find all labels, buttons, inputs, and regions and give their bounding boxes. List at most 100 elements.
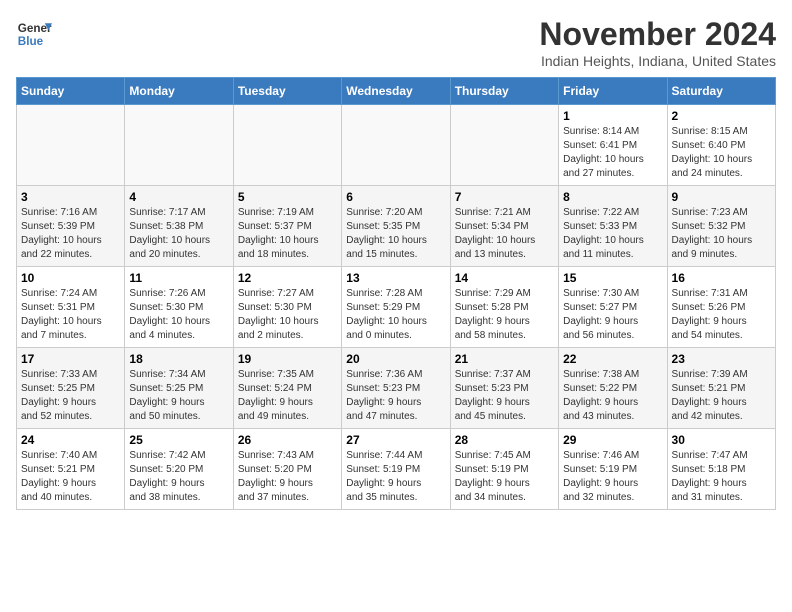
- day-info: Sunrise: 7:45 AM Sunset: 5:19 PM Dayligh…: [455, 449, 554, 505]
- calendar-cell: 10 Sunrise: 7:24 AM Sunset: 5:31 PM Dayli…: [17, 267, 125, 348]
- calendar-cell: 20 Sunrise: 7:36 AM Sunset: 5:23 PM Dayli…: [342, 348, 450, 429]
- day-info: Sunrise: 7:46 AM Sunset: 5:19 PM Dayligh…: [563, 449, 662, 505]
- calendar-cell: 13Sunrise: 7:28 AM Sunset: 5:29 PM Dayli…: [342, 267, 450, 348]
- day-number: 14: [455, 271, 554, 285]
- calendar-cell: 25Sunrise: 7:42 AM Sunset: 5:20 PM Dayli…: [125, 429, 233, 510]
- day-info: Sunrise: 7:38 AM Sunset: 5:22 PM Dayligh…: [563, 368, 662, 424]
- calendar-cell: 3Sunrise: 7:16 AM Sunset: 5:39 PM Daylig…: [17, 186, 125, 267]
- day-number: 7: [455, 190, 554, 204]
- logo: General Blue: [16, 16, 52, 52]
- calendar-cell: [233, 105, 341, 186]
- day-info: Sunrise: 8:14 AM Sunset: 6:41 PM Dayligh…: [563, 125, 662, 181]
- day-info: Sunrise: 7:37 AM Sunset: 5:23 PM Dayligh…: [455, 368, 554, 424]
- calendar-cell: 21 Sunrise: 7:37 AM Sunset: 5:23 PM Dayli…: [450, 348, 558, 429]
- calendar-cell: 26 Sunrise: 7:43 AM Sunset: 5:20 PM Dayli…: [233, 429, 341, 510]
- day-info: Sunrise: 7:19 AM Sunset: 5:37 PM Dayligh…: [238, 206, 337, 262]
- day-number: 11: [129, 271, 228, 285]
- day-info: Sunrise: 7:34 AM Sunset: 5:25 PM Dayligh…: [129, 368, 228, 424]
- calendar-cell: 8 Sunrise: 7:22 AM Sunset: 5:33 PM Daylig…: [559, 186, 667, 267]
- day-info: Sunrise: 7:22 AM Sunset: 5:33 PM Dayligh…: [563, 206, 662, 262]
- calendar-cell: 12Sunrise: 7:27 AM Sunset: 5:30 PM Dayli…: [233, 267, 341, 348]
- day-number: 23: [672, 352, 771, 366]
- calendar-cell: 30 Sunrise: 7:47 AM Sunset: 5:18 PM Dayli…: [667, 429, 775, 510]
- calendar-cell: 6Sunrise: 7:20 AM Sunset: 5:35 PM Daylig…: [342, 186, 450, 267]
- calendar-cell: 16Sunrise: 7:31 AM Sunset: 5:26 PM Dayli…: [667, 267, 775, 348]
- calendar-cell: [450, 105, 558, 186]
- week-row-2: 3Sunrise: 7:16 AM Sunset: 5:39 PM Daylig…: [17, 186, 776, 267]
- weekday-header-row: SundayMondayTuesdayWednesdayThursdayFrid…: [17, 78, 776, 105]
- week-row-4: 17 Sunrise: 7:33 AM Sunset: 5:25 PM Dayli…: [17, 348, 776, 429]
- calendar-cell: 29 Sunrise: 7:46 AM Sunset: 5:19 PM Dayli…: [559, 429, 667, 510]
- day-number: 29: [563, 433, 662, 447]
- weekday-thursday: Thursday: [450, 78, 558, 105]
- week-row-1: 1 Sunrise: 8:14 AM Sunset: 6:41 PM Daylig…: [17, 105, 776, 186]
- day-number: 1: [563, 109, 662, 123]
- day-info: Sunrise: 7:27 AM Sunset: 5:30 PM Dayligh…: [238, 287, 337, 343]
- calendar-cell: 17 Sunrise: 7:33 AM Sunset: 5:25 PM Dayli…: [17, 348, 125, 429]
- calendar: SundayMondayTuesdayWednesdayThursdayFrid…: [16, 77, 776, 510]
- calendar-cell: [125, 105, 233, 186]
- calendar-cell: 11 Sunrise: 7:26 AM Sunset: 5:30 PM Dayli…: [125, 267, 233, 348]
- day-info: Sunrise: 7:36 AM Sunset: 5:23 PM Dayligh…: [346, 368, 445, 424]
- day-info: Sunrise: 7:44 AM Sunset: 5:19 PM Dayligh…: [346, 449, 445, 505]
- day-number: 20: [346, 352, 445, 366]
- day-number: 26: [238, 433, 337, 447]
- day-info: Sunrise: 7:24 AM Sunset: 5:31 PM Dayligh…: [21, 287, 120, 343]
- day-info: Sunrise: 7:30 AM Sunset: 5:27 PM Dayligh…: [563, 287, 662, 343]
- day-number: 8: [563, 190, 662, 204]
- calendar-cell: 14 Sunrise: 7:29 AM Sunset: 5:28 PM Dayli…: [450, 267, 558, 348]
- day-number: 27: [346, 433, 445, 447]
- day-info: Sunrise: 7:39 AM Sunset: 5:21 PM Dayligh…: [672, 368, 771, 424]
- logo-icon: General Blue: [16, 16, 52, 52]
- day-number: 2: [672, 109, 771, 123]
- calendar-cell: 23 Sunrise: 7:39 AM Sunset: 5:21 PM Dayli…: [667, 348, 775, 429]
- day-number: 22: [563, 352, 662, 366]
- day-info: Sunrise: 7:43 AM Sunset: 5:20 PM Dayligh…: [238, 449, 337, 505]
- day-number: 24: [21, 433, 120, 447]
- week-row-3: 10 Sunrise: 7:24 AM Sunset: 5:31 PM Dayli…: [17, 267, 776, 348]
- title-section: November 2024 Indian Heights, Indiana, U…: [539, 16, 776, 69]
- day-number: 17: [21, 352, 120, 366]
- calendar-cell: 22 Sunrise: 7:38 AM Sunset: 5:22 PM Dayli…: [559, 348, 667, 429]
- day-info: Sunrise: 7:23 AM Sunset: 5:32 PM Dayligh…: [672, 206, 771, 262]
- day-number: 5: [238, 190, 337, 204]
- day-number: 28: [455, 433, 554, 447]
- calendar-cell: 5 Sunrise: 7:19 AM Sunset: 5:37 PM Daylig…: [233, 186, 341, 267]
- calendar-body: 1 Sunrise: 8:14 AM Sunset: 6:41 PM Daylig…: [17, 105, 776, 510]
- weekday-friday: Friday: [559, 78, 667, 105]
- calendar-cell: 2Sunrise: 8:15 AM Sunset: 6:40 PM Daylig…: [667, 105, 775, 186]
- day-info: Sunrise: 7:35 AM Sunset: 5:24 PM Dayligh…: [238, 368, 337, 424]
- day-number: 30: [672, 433, 771, 447]
- day-info: Sunrise: 7:33 AM Sunset: 5:25 PM Dayligh…: [21, 368, 120, 424]
- page-header: General Blue November 2024 Indian Height…: [16, 16, 776, 69]
- day-info: Sunrise: 7:16 AM Sunset: 5:39 PM Dayligh…: [21, 206, 120, 262]
- calendar-cell: 24Sunrise: 7:40 AM Sunset: 5:21 PM Dayli…: [17, 429, 125, 510]
- day-info: Sunrise: 7:47 AM Sunset: 5:18 PM Dayligh…: [672, 449, 771, 505]
- calendar-cell: 18 Sunrise: 7:34 AM Sunset: 5:25 PM Dayli…: [125, 348, 233, 429]
- day-info: Sunrise: 7:31 AM Sunset: 5:26 PM Dayligh…: [672, 287, 771, 343]
- week-row-5: 24Sunrise: 7:40 AM Sunset: 5:21 PM Dayli…: [17, 429, 776, 510]
- calendar-cell: 1 Sunrise: 8:14 AM Sunset: 6:41 PM Daylig…: [559, 105, 667, 186]
- calendar-cell: 4Sunrise: 7:17 AM Sunset: 5:38 PM Daylig…: [125, 186, 233, 267]
- weekday-wednesday: Wednesday: [342, 78, 450, 105]
- day-number: 18: [129, 352, 228, 366]
- day-info: Sunrise: 7:21 AM Sunset: 5:34 PM Dayligh…: [455, 206, 554, 262]
- day-number: 10: [21, 271, 120, 285]
- svg-text:Blue: Blue: [18, 35, 44, 48]
- day-number: 21: [455, 352, 554, 366]
- weekday-saturday: Saturday: [667, 78, 775, 105]
- month-title: November 2024: [539, 16, 776, 53]
- day-number: 4: [129, 190, 228, 204]
- calendar-cell: [17, 105, 125, 186]
- calendar-cell: 7 Sunrise: 7:21 AM Sunset: 5:34 PM Daylig…: [450, 186, 558, 267]
- calendar-cell: 27 Sunrise: 7:44 AM Sunset: 5:19 PM Dayli…: [342, 429, 450, 510]
- day-number: 9: [672, 190, 771, 204]
- calendar-cell: [342, 105, 450, 186]
- calendar-cell: 9 Sunrise: 7:23 AM Sunset: 5:32 PM Daylig…: [667, 186, 775, 267]
- day-info: Sunrise: 7:29 AM Sunset: 5:28 PM Dayligh…: [455, 287, 554, 343]
- weekday-monday: Monday: [125, 78, 233, 105]
- weekday-tuesday: Tuesday: [233, 78, 341, 105]
- calendar-cell: 19Sunrise: 7:35 AM Sunset: 5:24 PM Dayli…: [233, 348, 341, 429]
- day-number: 13: [346, 271, 445, 285]
- day-info: Sunrise: 7:26 AM Sunset: 5:30 PM Dayligh…: [129, 287, 228, 343]
